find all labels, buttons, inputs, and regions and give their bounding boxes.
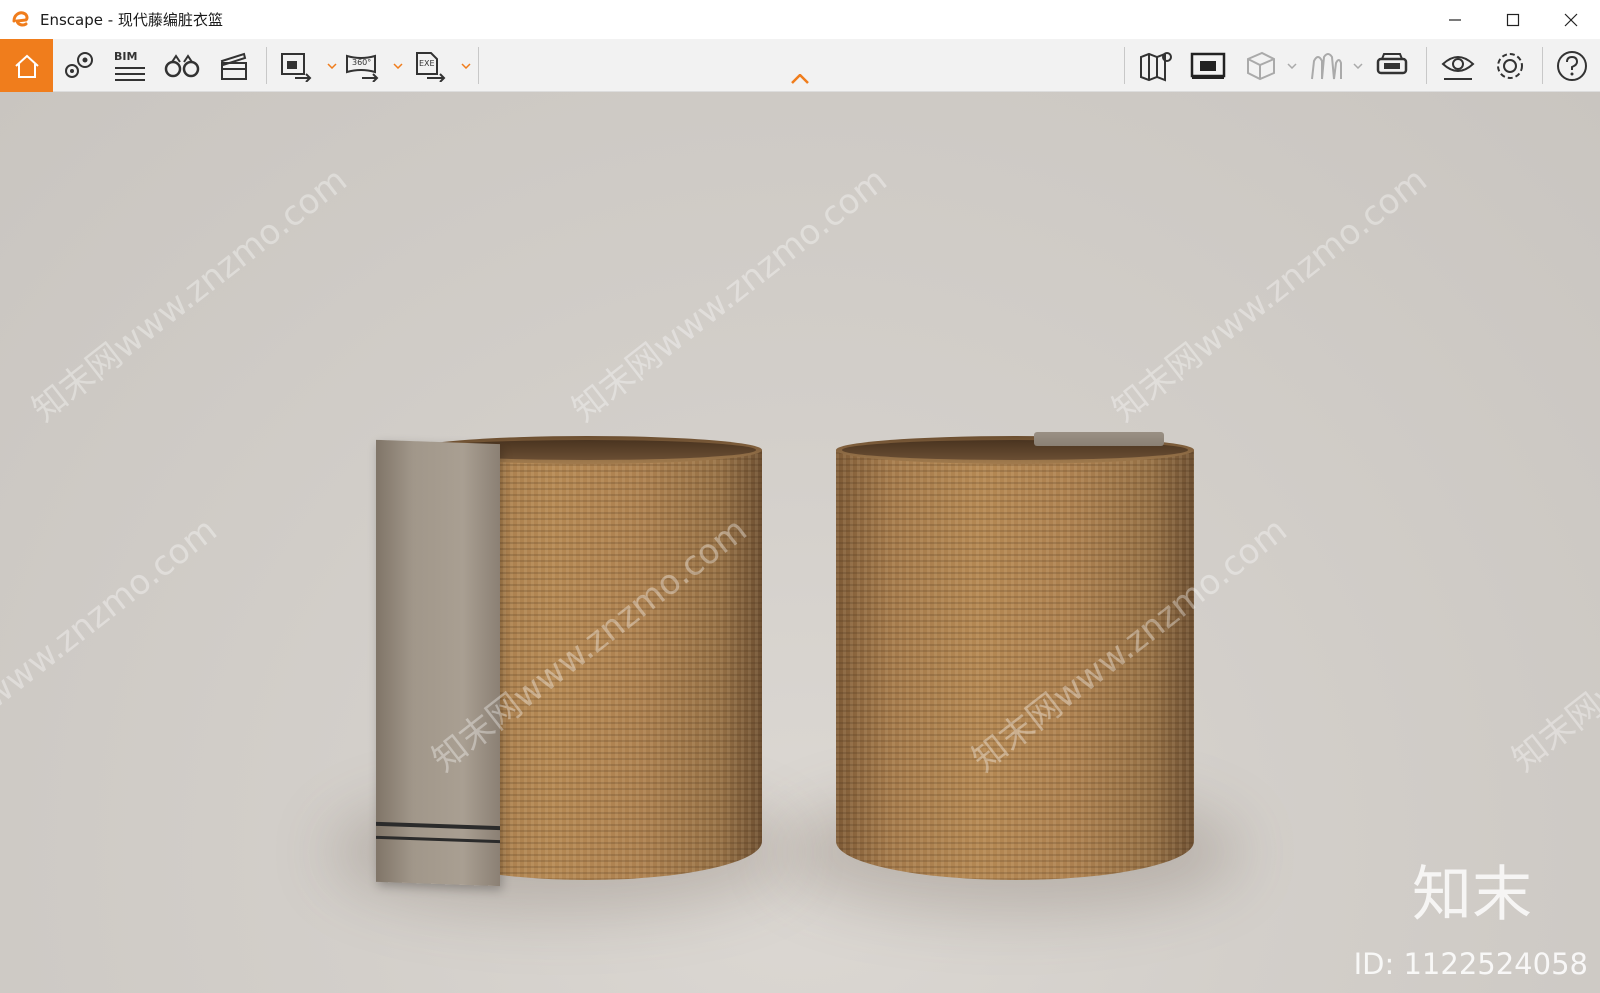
export-image-dropdown[interactable] bbox=[326, 39, 338, 92]
export-exe-dropdown[interactable] bbox=[460, 39, 472, 92]
watermark: 知末网www.znzmo.com bbox=[0, 509, 225, 780]
asset-icon bbox=[1311, 52, 1342, 79]
close-icon bbox=[1564, 13, 1578, 26]
toolbar: BIM 360° EXE bbox=[0, 39, 1600, 92]
help-icon bbox=[1557, 50, 1587, 81]
map-icon bbox=[1140, 51, 1172, 81]
toolbar-separator bbox=[478, 47, 479, 84]
title-bar: Enscape - 现代藤编脏衣篮 bbox=[0, 0, 1600, 39]
asset-library-button[interactable] bbox=[1304, 39, 1348, 92]
vr-headset-icon bbox=[1376, 52, 1408, 74]
cube-button[interactable] bbox=[1238, 39, 1282, 92]
bim-button[interactable]: BIM bbox=[108, 39, 152, 92]
chevron-down-icon bbox=[461, 62, 471, 69]
binoculars-icon bbox=[164, 53, 200, 77]
wicker-basket bbox=[836, 436, 1194, 880]
enscape-logo-icon bbox=[10, 9, 32, 31]
walk-mode-button[interactable] bbox=[160, 39, 204, 92]
image-id: ID: 1122524058 bbox=[1353, 947, 1588, 981]
chevron-down-icon bbox=[1287, 62, 1297, 69]
towel bbox=[1034, 432, 1164, 446]
enscape-window: Enscape - 现代藤编脏衣篮 BIM 360° EXE 知末网www.zn… bbox=[0, 0, 1600, 993]
export-image-icon bbox=[281, 52, 312, 82]
chevron-down-icon bbox=[393, 62, 403, 69]
minimize-icon bbox=[1449, 18, 1461, 21]
monitor-button[interactable] bbox=[1186, 39, 1230, 92]
toolbar-separator bbox=[266, 47, 267, 84]
eye-icon bbox=[1441, 55, 1475, 80]
toolbar-separator bbox=[1542, 47, 1543, 84]
watermark: 知末网www.znzmo.com bbox=[564, 159, 895, 430]
help-button[interactable] bbox=[1550, 39, 1594, 92]
bim-icon: BIM bbox=[112, 48, 148, 84]
maximize-icon bbox=[1506, 13, 1520, 26]
collapse-toolbar-button[interactable] bbox=[788, 71, 812, 87]
map-button[interactable] bbox=[1134, 39, 1178, 92]
watermark: 知末网www.znzmo.com bbox=[1504, 509, 1600, 780]
watermark: 知末网www.znzmo.com bbox=[1104, 159, 1435, 430]
export-exe-label: EXE bbox=[419, 58, 435, 68]
minimize-button[interactable] bbox=[1426, 0, 1484, 39]
asset-dropdown[interactable] bbox=[1352, 39, 1364, 92]
map-pin-icon bbox=[65, 51, 93, 78]
brand-logo: 知末 bbox=[1412, 860, 1532, 930]
chevron-down-icon bbox=[327, 62, 337, 69]
home-icon bbox=[14, 54, 39, 78]
toolbar-separator bbox=[1124, 47, 1125, 84]
export-360-dropdown[interactable] bbox=[392, 39, 404, 92]
video-editor-button[interactable] bbox=[212, 39, 256, 92]
views-button[interactable] bbox=[58, 39, 102, 92]
export-exe-button[interactable]: EXE bbox=[410, 39, 450, 92]
towel bbox=[376, 439, 500, 887]
chevron-up-icon bbox=[791, 74, 809, 84]
vr-button[interactable] bbox=[1370, 39, 1414, 92]
toolbar-separator bbox=[1426, 47, 1427, 84]
export-360-label: 360° bbox=[352, 57, 372, 67]
monitor-icon bbox=[1190, 52, 1226, 79]
chevron-down-icon bbox=[1353, 62, 1363, 69]
render-viewport[interactable]: 知末网www.znzmo.com 知末网www.znzmo.com 知末网www… bbox=[0, 92, 1600, 993]
clapper-icon bbox=[220, 52, 247, 80]
settings-button[interactable] bbox=[1488, 39, 1532, 92]
export-exe-icon: EXE bbox=[413, 50, 447, 82]
export-360-icon: 360° bbox=[344, 50, 380, 82]
watermark: 知末网www.znzmo.com bbox=[24, 159, 355, 430]
cube-icon bbox=[1247, 51, 1275, 80]
cube-dropdown[interactable] bbox=[1286, 39, 1298, 92]
settings-icon bbox=[1497, 52, 1523, 79]
visual-settings-button[interactable] bbox=[1436, 39, 1480, 92]
export-image-button[interactable] bbox=[276, 39, 316, 92]
window-title: Enscape - 现代藤编脏衣篮 bbox=[40, 11, 223, 29]
close-button[interactable] bbox=[1542, 0, 1600, 39]
home-button[interactable] bbox=[0, 39, 53, 92]
export-360-button[interactable]: 360° bbox=[342, 39, 382, 92]
maximize-button[interactable] bbox=[1484, 0, 1542, 39]
